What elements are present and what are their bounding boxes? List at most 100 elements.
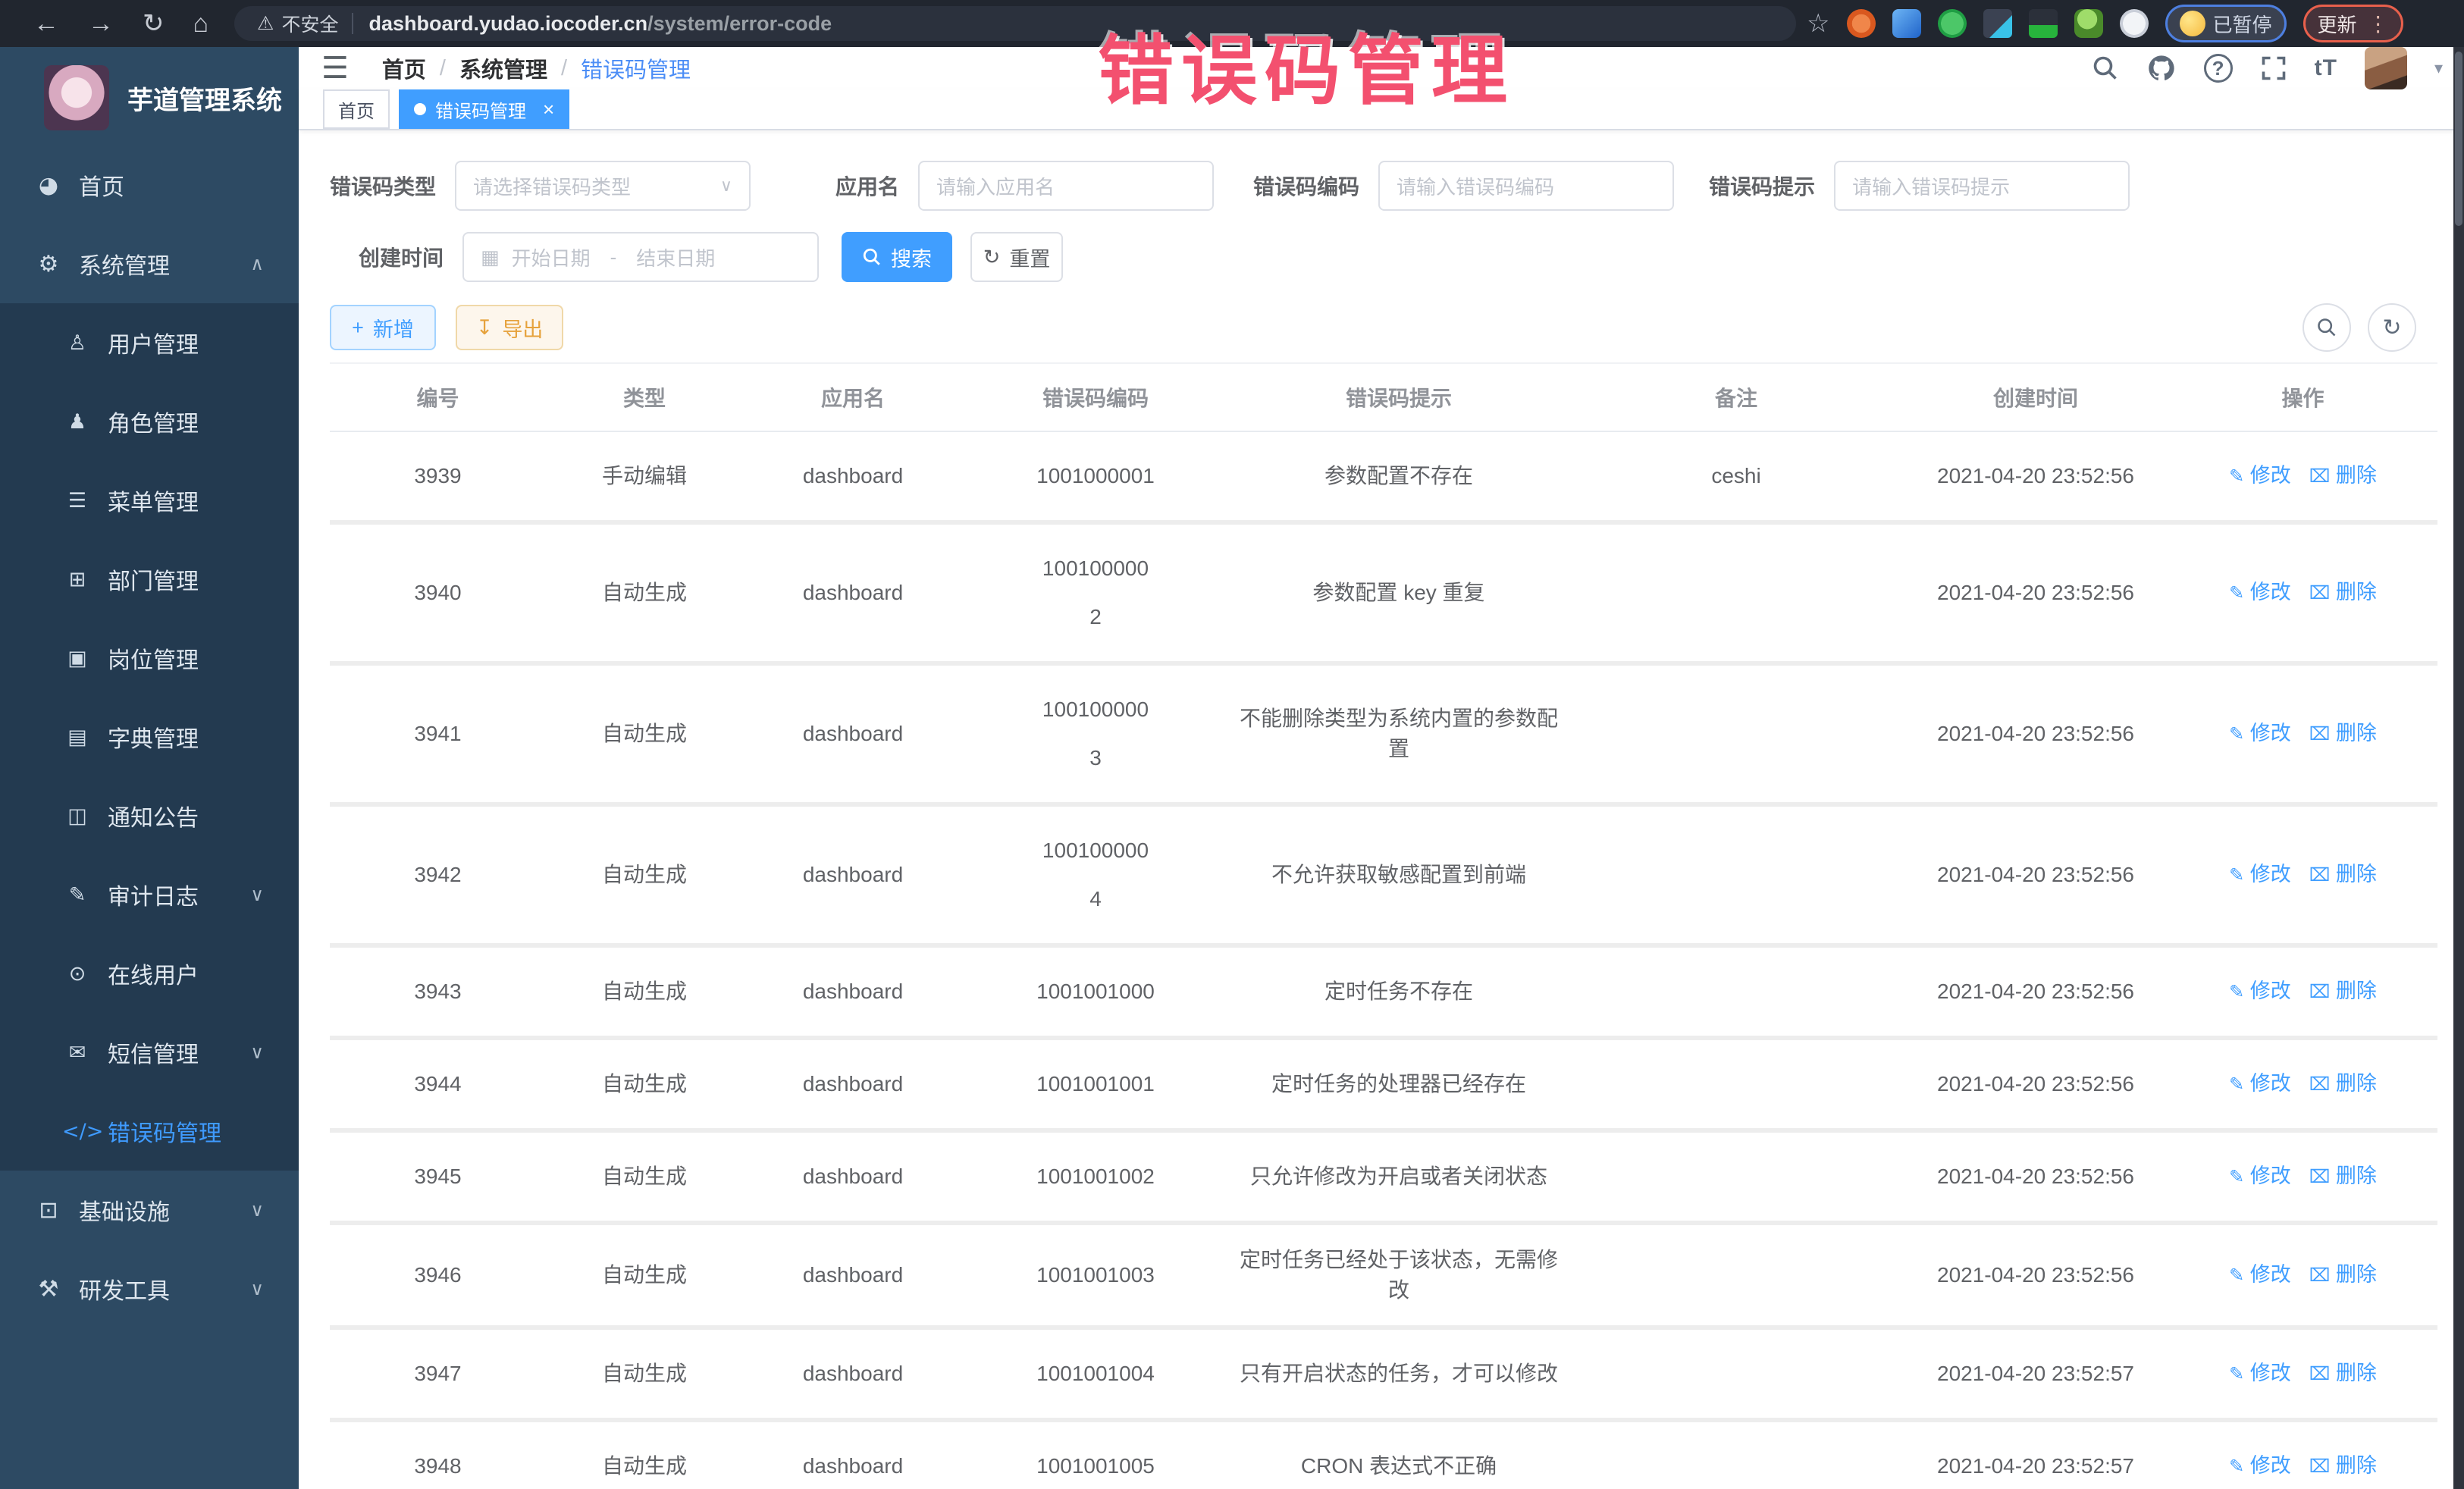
delete-link[interactable]: ⌧ 删除 <box>2309 464 2377 487</box>
edit-link[interactable]: ✎ 修改 <box>2229 1165 2291 1187</box>
browser-menu-icon[interactable]: ⋮ <box>2368 11 2389 36</box>
sidebar-item[interactable]: </> 错误码管理 <box>0 1092 299 1171</box>
avatar-dropdown-caret-icon[interactable]: ▾ <box>2434 58 2443 78</box>
extension-icon-puzzle[interactable] <box>2120 9 2149 38</box>
delete-link[interactable]: ⌧ 删除 <box>2309 1362 2377 1384</box>
sidebar-item[interactable]: ▤ 字典管理 <box>0 697 299 776</box>
delete-link[interactable]: ⌧ 删除 <box>2309 581 2377 603</box>
edit-link[interactable]: ✎ 修改 <box>2229 863 2291 886</box>
sidebar-item[interactable]: ♟ 角色管理 <box>0 382 299 461</box>
delete-link[interactable]: ⌧ 删除 <box>2309 1072 2377 1095</box>
cell-type: 自动生成 <box>546 663 743 804</box>
sidebar-item[interactable]: ♙ 用户管理 <box>0 303 299 382</box>
filter-code-label: 错误码编码 <box>1253 171 1359 201</box>
edit-link[interactable]: ✎ 修改 <box>2229 1072 2291 1095</box>
delete-link[interactable]: ⌧ 删除 <box>2309 1165 2377 1187</box>
browser-home-icon[interactable]: ⌂ <box>193 9 209 39</box>
address-bar[interactable]: ⚠ 不安全 dashboard.yudao.iocoder.cn /system… <box>234 6 1796 41</box>
delete-link[interactable]: ⌧ 删除 <box>2309 1454 2377 1477</box>
date-range-picker[interactable]: ▦ 开始日期 - 结束日期 <box>462 232 819 282</box>
cell-msg: 定时任务的处理器已经存在 <box>1228 1038 1569 1130</box>
trash-icon: ⌧ <box>2309 1364 2331 1384</box>
app-title: 芋道管理系统 <box>127 80 282 117</box>
browser-back-icon[interactable]: ← <box>33 9 59 39</box>
browser-forward-icon[interactable]: → <box>88 9 114 39</box>
sidebar-item[interactable]: ☰ 菜单管理 <box>0 461 299 540</box>
help-icon[interactable]: ? <box>2204 54 2233 83</box>
edit-link[interactable]: ✎ 修改 <box>2229 722 2291 744</box>
edit-link[interactable]: ✎ 修改 <box>2229 1263 2291 1286</box>
reset-button[interactable]: ↻ 重置 <box>970 232 1063 282</box>
sidebar-item[interactable]: ⊙ 在线用户 <box>0 934 299 1013</box>
filter-msg-input[interactable]: 请输入错误码提示 <box>1834 161 2130 211</box>
sidebar-item[interactable]: ✉ 短信管理 ∨ <box>0 1013 299 1092</box>
bookmark-star-icon[interactable]: ☆ <box>1807 8 1829 39</box>
cell-actions: ✎ 修改 ⌧ 删除 <box>2168 1328 2437 1420</box>
cell-msg: 不允许获取敏感配置到前端 <box>1228 804 1569 945</box>
extension-icon-grid[interactable] <box>1983 9 2012 38</box>
filter-app-input[interactable]: 请输入应用名 <box>918 161 1214 211</box>
browser-reload-icon[interactable]: ↻ <box>143 8 165 39</box>
filter-type-select[interactable]: 请选择错误码类型 ∨ <box>455 161 751 211</box>
tag-home[interactable]: 首页 <box>323 89 390 129</box>
sidebar-item[interactable]: ▣ 岗位管理 <box>0 619 299 697</box>
edit-icon: ✎ <box>2229 1167 2244 1187</box>
edit-link[interactable]: ✎ 修改 <box>2229 581 2291 603</box>
extension-icon-orange[interactable] <box>1847 9 1876 38</box>
github-icon[interactable] <box>2146 53 2177 83</box>
sidebar-toggle-icon[interactable]: ☰ <box>321 51 349 86</box>
export-button[interactable]: ↧ 导出 <box>456 305 563 350</box>
table-header-row: 编号 类型 应用名 错误码编码 错误码提示 备注 创建时间 操作 <box>330 363 2437 431</box>
extension-icon-green-mascot[interactable] <box>2074 9 2103 38</box>
scrollbar-thumb[interactable] <box>2455 52 2462 226</box>
search-button[interactable]: 搜索 <box>842 232 952 282</box>
add-button[interactable]: + 新增 <box>330 305 436 350</box>
sidebar-item[interactable]: ⚙ 系统管理 ∧ <box>0 224 299 303</box>
cell-type: 自动生成 <box>546 1038 743 1130</box>
edit-icon: ✎ <box>2229 1074 2244 1095</box>
sidebar-item[interactable]: ⊡ 基础设施 ∨ <box>0 1171 299 1249</box>
chevron-icon: ∨ <box>250 1278 264 1300</box>
filter-code-input[interactable]: 请输入错误码编码 <box>1378 161 1674 211</box>
sidebar-item[interactable]: ◕ 首页 <box>0 146 299 224</box>
dev-tools-icon: ⚒ <box>33 1276 64 1302</box>
col-app: 应用名 <box>743 363 963 431</box>
plus-icon: + <box>352 316 364 340</box>
fullscreen-icon[interactable] <box>2260 55 2287 82</box>
filter-app-label: 应用名 <box>835 171 899 201</box>
profile-paused-badge[interactable]: 已暂停 <box>2165 5 2287 42</box>
table-row: 3939 手动编辑 dashboard 1001000001 参数配置不存在 c… <box>330 431 2437 522</box>
delete-link[interactable]: ⌧ 删除 <box>2309 980 2377 1002</box>
edit-link[interactable]: ✎ 修改 <box>2229 1362 2291 1384</box>
edit-link[interactable]: ✎ 修改 <box>2229 464 2291 487</box>
tag-error-code[interactable]: 错误码管理 × <box>399 89 569 129</box>
cell-actions: ✎ 修改 ⌧ 删除 <box>2168 1130 2437 1223</box>
sidebar-item[interactable]: ✎ 审计日志 ∨ <box>0 855 299 934</box>
edit-link[interactable]: ✎ 修改 <box>2229 1454 2291 1477</box>
sidebar-item[interactable]: ◫ 通知公告 <box>0 776 299 855</box>
show-search-toggle-button[interactable] <box>2303 303 2351 352</box>
extension-icon-green-check[interactable] <box>1938 9 1967 38</box>
search-icon[interactable] <box>2092 55 2119 82</box>
sidebar-item[interactable]: ⚒ 研发工具 ∨ <box>0 1249 299 1328</box>
tag-close-icon[interactable]: × <box>543 98 554 121</box>
delete-link[interactable]: ⌧ 删除 <box>2309 1263 2377 1286</box>
sidebar-item[interactable]: ⊞ 部门管理 <box>0 540 299 619</box>
cell-app: dashboard <box>743 1328 963 1420</box>
extension-icon-on-badge[interactable] <box>2029 9 2058 38</box>
browser-update-button[interactable]: 更新 ⋮ <box>2303 5 2403 42</box>
font-size-icon[interactable]: tT <box>2315 55 2337 81</box>
edit-link[interactable]: ✎ 修改 <box>2229 980 2291 1002</box>
scrollbar[interactable] <box>2453 47 2464 1489</box>
filter-time-label: 创建时间 <box>359 242 444 272</box>
refresh-table-button[interactable]: ↻ <box>2368 303 2416 352</box>
breadcrumb-home[interactable]: 首页 <box>382 52 426 84</box>
delete-link[interactable]: ⌧ 删除 <box>2309 863 2377 886</box>
breadcrumb-system[interactable]: 系统管理 <box>459 52 547 84</box>
delete-link[interactable]: ⌧ 删除 <box>2309 722 2377 744</box>
app-logo-row[interactable]: 芋道管理系统 <box>0 47 299 146</box>
extension-icon-blue-gem[interactable] <box>1892 9 1921 38</box>
audit-log-icon: ✎ <box>62 883 92 907</box>
cell-time: 2021-04-20 23:52:56 <box>1903 1130 2168 1223</box>
user-avatar[interactable] <box>2365 47 2407 89</box>
